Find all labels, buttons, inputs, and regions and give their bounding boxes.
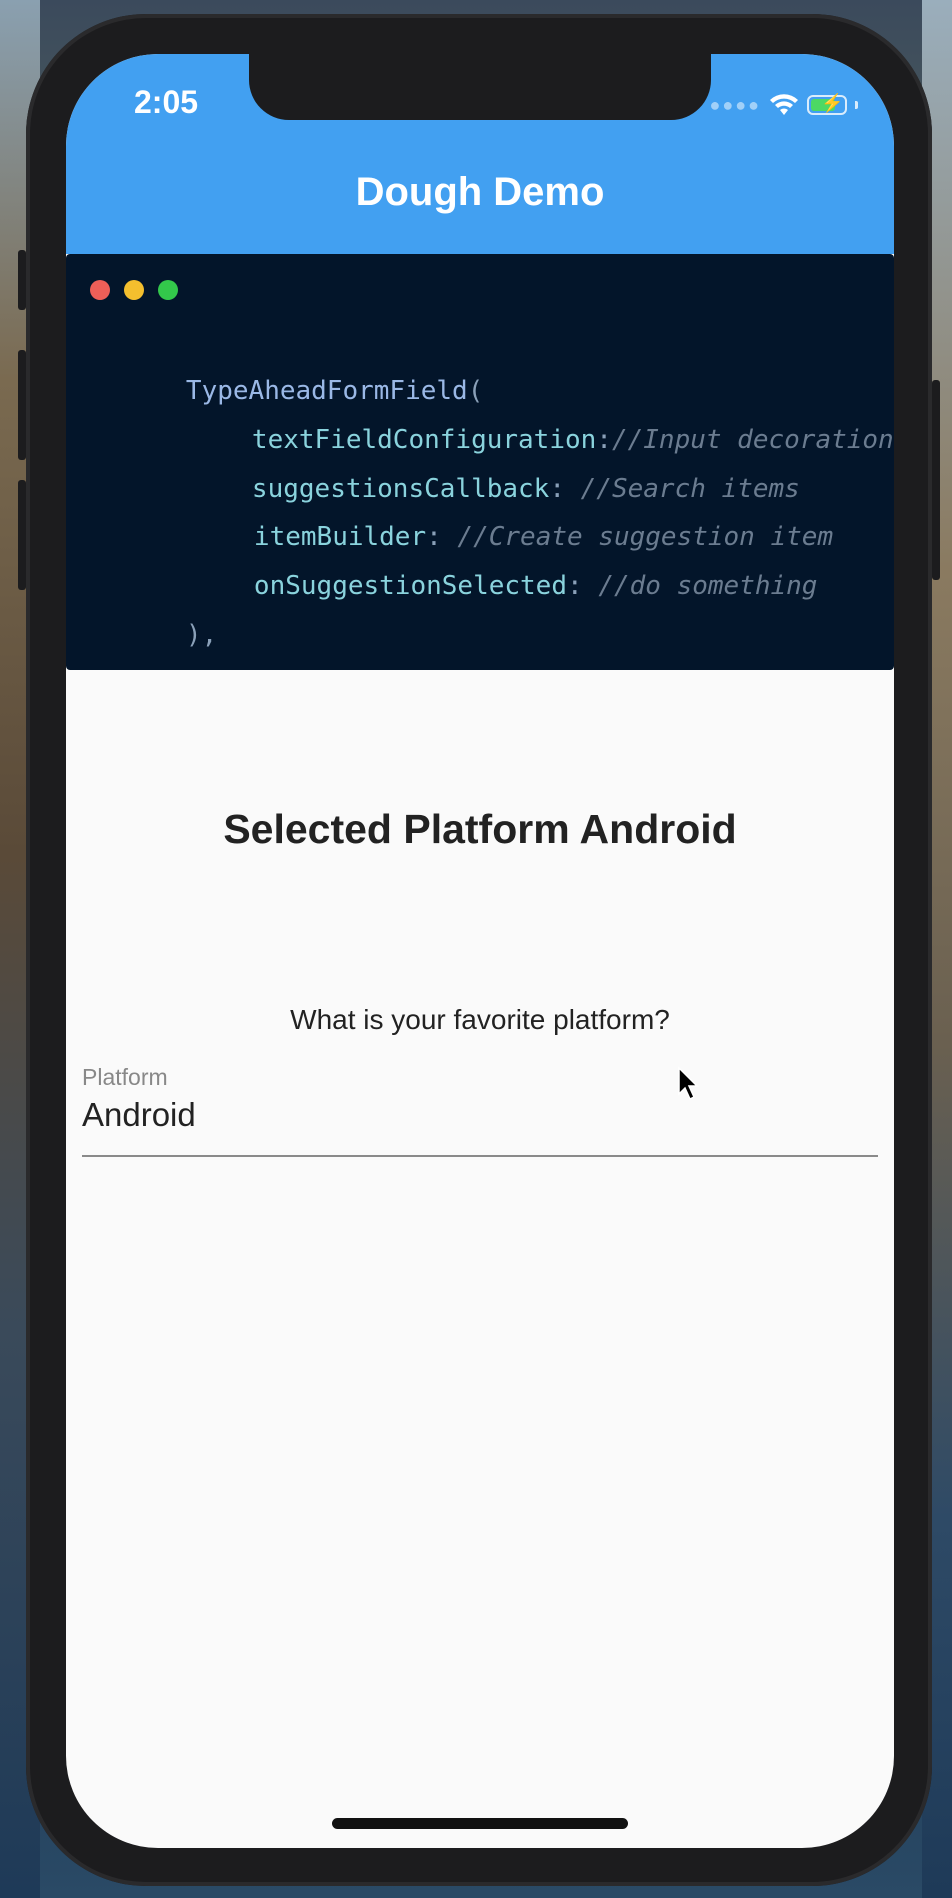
mute-switch — [18, 250, 26, 310]
home-indicator[interactable] — [332, 1818, 628, 1829]
cellular-dots-icon: ●●●● — [709, 94, 761, 115]
question-label: What is your favorite platform? — [290, 1004, 670, 1035]
platform-input-underline — [82, 1155, 878, 1157]
code-identifier: onSuggestionSelected — [253, 571, 567, 601]
wifi-icon — [770, 94, 798, 115]
close-dot-icon — [90, 280, 110, 300]
volume-down-button — [18, 480, 26, 590]
code-window: TypeAheadFormField( textFieldConfigurati… — [66, 254, 894, 670]
battery-tip — [855, 101, 858, 109]
platform-input[interactable]: Android — [82, 1096, 196, 1134]
code-punct: ), — [185, 620, 218, 650]
minimize-dot-icon — [124, 280, 144, 300]
code-line-6: ), — [92, 590, 217, 680]
mouse-pointer-icon — [678, 1066, 699, 1101]
status-time: 2:05 — [134, 84, 199, 120]
code-line-5: onSuggestionSelected: //do something — [160, 541, 818, 631]
code-comment: //do something — [598, 571, 818, 601]
page-title: Dough Demo — [355, 170, 605, 214]
notch — [249, 54, 711, 120]
bolt-icon: ⚡ — [821, 93, 844, 113]
power-button — [932, 380, 940, 580]
platform-field-label: Platform — [82, 1064, 168, 1090]
selected-platform-heading: Selected Platform Android — [223, 806, 737, 852]
battery-charging-icon: ⚡ — [807, 93, 847, 115]
volume-up-button — [18, 350, 26, 460]
maximize-dot-icon — [158, 280, 178, 300]
code-punct: : — [567, 571, 599, 601]
phone-screen: 2:05 ●●●● ⚡ Dough Demo TypeAheadFormFiel… — [66, 54, 894, 1848]
status-icons: ●●●● ⚡ — [709, 90, 858, 120]
